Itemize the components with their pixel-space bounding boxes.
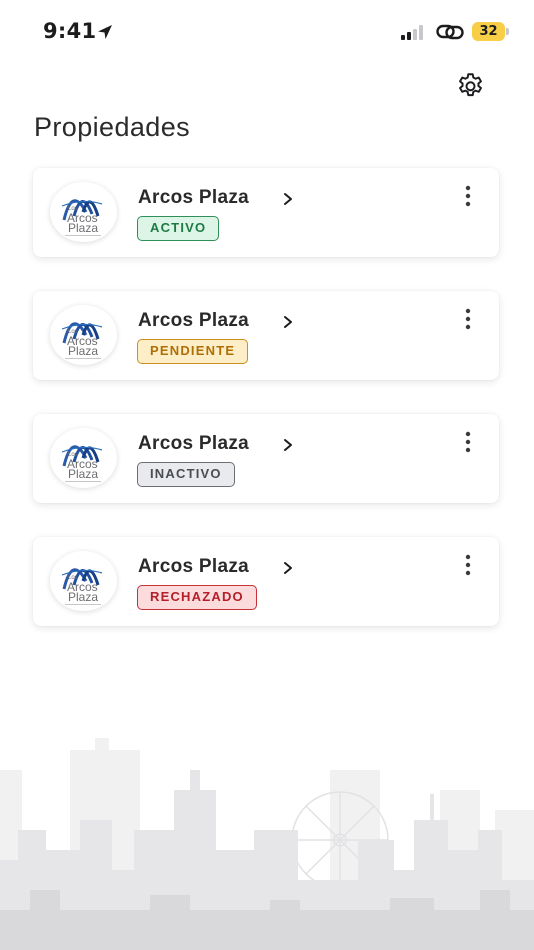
logo-underline (65, 235, 101, 236)
property-name: Arcos Plaza (138, 310, 250, 331)
battery-indicator: 32 (472, 22, 509, 41)
status-badge: PENDIENTE (137, 339, 249, 364)
page-title: Propiedades (34, 112, 191, 142)
logo-underline (65, 358, 101, 359)
logo-text-line3: Plaza (68, 467, 99, 481)
cellular-signal-icon (401, 25, 423, 40)
property-name: Arcos Plaza (138, 556, 250, 577)
logo-text-line3: Plaza (68, 590, 99, 604)
chevron-right-icon (284, 193, 292, 205)
logo-underline (65, 481, 101, 482)
chevron-right-icon (284, 439, 292, 451)
logo-text-line3: Plaza (68, 344, 99, 358)
more-vertical-icon[interactable] (460, 185, 476, 207)
location-arrow-icon (98, 25, 112, 39)
more-vertical-icon[interactable] (460, 431, 476, 453)
property-logo: Los Arcos Plaza (50, 182, 117, 242)
property-card[interactable]: Los Arcos Plaza Arcos Plaza RECHAZADO (33, 537, 499, 626)
more-vertical-icon[interactable] (460, 308, 476, 330)
logo-underline (65, 604, 101, 605)
chevron-right-icon (284, 562, 292, 574)
gear-icon[interactable] (455, 71, 486, 102)
city-skyline-background (0, 738, 534, 950)
property-name: Arcos Plaza (138, 187, 250, 208)
property-card[interactable]: Los Arcos Plaza Arcos Plaza INACTIVO (33, 414, 499, 503)
chevron-right-icon (284, 316, 292, 328)
personal-hotspot-icon (436, 24, 464, 40)
more-vertical-icon[interactable] (460, 554, 476, 576)
status-badge: ACTIVO (137, 216, 220, 241)
status-bar: 9:41 32 (0, 0, 534, 62)
property-logo: Los Arcos Plaza (50, 551, 117, 611)
status-time: 9:41 (43, 19, 97, 43)
logo-text-line3: Plaza (68, 221, 99, 235)
property-list: Los Arcos Plaza Arcos Plaza ACTIVO Los A… (33, 168, 499, 660)
property-name: Arcos Plaza (138, 433, 250, 454)
property-card[interactable]: Los Arcos Plaza Arcos Plaza ACTIVO (33, 168, 499, 257)
property-logo: Los Arcos Plaza (50, 428, 117, 488)
status-badge: RECHAZADO (137, 585, 257, 610)
property-card[interactable]: Los Arcos Plaza Arcos Plaza PENDIENTE (33, 291, 499, 380)
battery-cap (506, 28, 509, 35)
property-logo: Los Arcos Plaza (50, 305, 117, 365)
battery-level: 32 (472, 22, 505, 41)
status-badge: INACTIVO (137, 462, 235, 487)
